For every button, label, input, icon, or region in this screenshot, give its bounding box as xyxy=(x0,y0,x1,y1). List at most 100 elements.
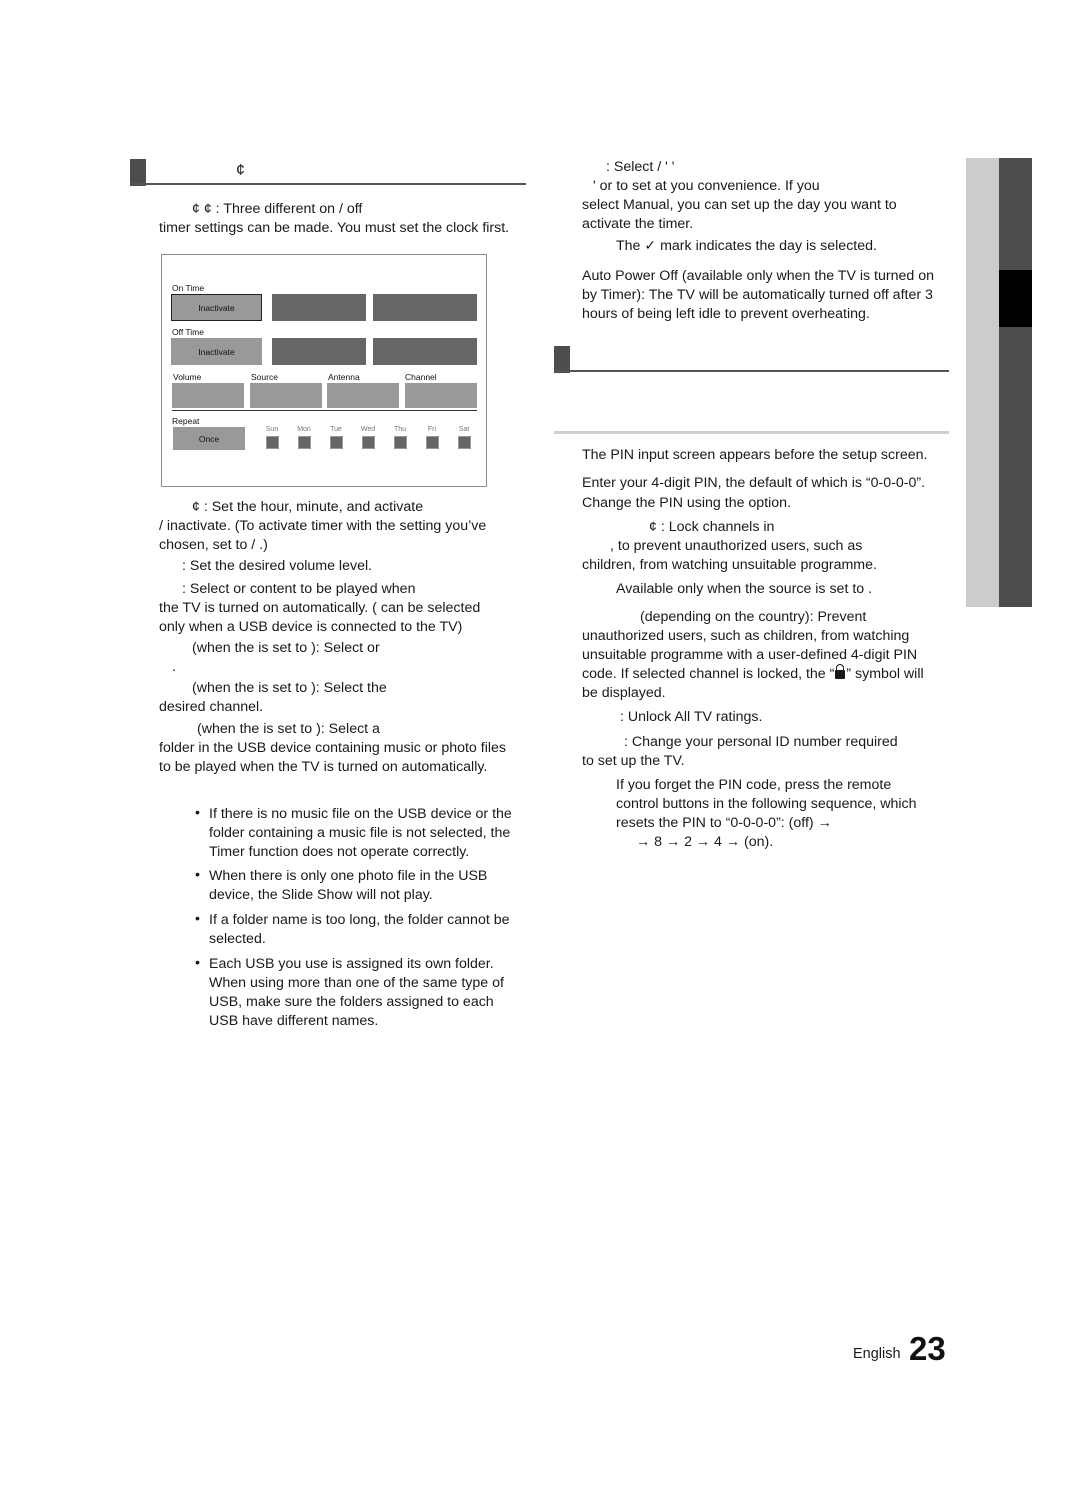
day-checkbox-fri xyxy=(426,436,439,449)
source-field xyxy=(250,383,322,408)
pin-desc-1: Enter your 4-digit PIN, the default of w… xyxy=(582,475,926,491)
music-desc-2: folder in the USB device containing musi… xyxy=(159,740,506,756)
rating-desc-5: be displayed. xyxy=(582,685,666,701)
note-1-line-2: folder containing a music file is not se… xyxy=(209,825,511,841)
available-note: Available only when the source is set to… xyxy=(616,581,873,597)
bullet-icon: • xyxy=(195,955,200,971)
change-pin-1: : Change your personal ID number require… xyxy=(624,734,898,750)
subsection-rule xyxy=(554,431,949,434)
channel-field xyxy=(405,383,477,408)
repeat-label: Repeat xyxy=(172,416,200,426)
intro-line-1: ¢ ¢ : Three different on / off xyxy=(192,201,363,217)
lock-desc-1: ¢ : Lock channels in xyxy=(649,519,775,535)
source-desc-1: : Select or content to be played when xyxy=(182,581,416,597)
antenna-field xyxy=(327,383,399,408)
on-time-minute xyxy=(373,294,477,321)
auto-power-off-1: Auto Power Off (available only when the … xyxy=(582,268,934,284)
source-desc-2: the TV is turned on automatically. ( can… xyxy=(159,600,481,616)
rating-code-post: ” symbol will xyxy=(846,666,924,682)
rating-desc-2: unauthorized users, such as children, fr… xyxy=(582,628,910,644)
forget-pin-1: If you forget the PIN code, press the re… xyxy=(616,777,892,793)
checkmark-icon: ✓ xyxy=(644,238,657,254)
section-marker xyxy=(554,346,570,373)
day-label-wed: Wed xyxy=(360,426,376,433)
rating-desc-4: code. If selected channel is locked, the… xyxy=(582,664,924,684)
lock-desc-3: children, from watching unsuitable progr… xyxy=(582,557,877,573)
antenna-desc-2: . xyxy=(172,659,176,675)
note-4-line-3: USB, make sure the folders assigned to e… xyxy=(209,994,494,1010)
note-1-line-3: Timer function does not operate correctl… xyxy=(209,844,470,860)
note-3-line-2: selected. xyxy=(209,931,266,947)
section-rule xyxy=(130,183,526,185)
day-label-thu: Thu xyxy=(393,426,407,433)
note-3-line-1: If a folder name is too long, the folder… xyxy=(209,912,510,928)
repeat-desc-3: select Manual, you can set up the day yo… xyxy=(582,197,897,213)
channel-desc-2: desired channel. xyxy=(159,699,264,715)
intro-line-2: timer settings can be made. You must set… xyxy=(159,220,510,236)
off-time-hour xyxy=(272,338,366,365)
auto-power-off-2: by Timer): The TV will be automatically … xyxy=(582,287,933,303)
day-label-tue: Tue xyxy=(330,426,342,433)
repeat-desc-2: ' or to set at you convenience. If you xyxy=(593,178,820,194)
music-desc-1: (when the is set to ): Select a xyxy=(197,721,380,737)
rating-desc-1: (depending on the country): Prevent xyxy=(640,609,867,625)
pin-note: The PIN input screen appears before the … xyxy=(582,447,928,463)
forget-pin-4: → 8 → 2 → 4 → (on). xyxy=(636,834,774,850)
day-checkbox-wed xyxy=(362,436,375,449)
repeat-value: Once xyxy=(198,433,220,444)
chapter-tab-active xyxy=(999,270,1032,327)
off-time-minute xyxy=(373,338,477,365)
lock-icon xyxy=(835,664,846,679)
repeat-desc-1: : Select / ' ' xyxy=(606,159,675,175)
day-label-mon: Mon xyxy=(297,426,311,433)
off-time-field: Inactivate xyxy=(171,338,262,365)
note-4-line-1: Each USB you use is assigned its own fol… xyxy=(209,956,494,972)
section-marker xyxy=(130,159,146,186)
source-label: Source xyxy=(251,372,278,382)
bullet-icon: • xyxy=(195,867,200,883)
osd-divider xyxy=(172,410,477,411)
rating-desc-3: unsuitable programme with a user-defined… xyxy=(582,647,918,663)
check-note: The ✓ mark indicates the day is selected… xyxy=(616,237,877,256)
day-checkbox-mon xyxy=(298,436,311,449)
note-1-line-1: If there is no music file on the USB dev… xyxy=(209,806,512,822)
day-checkbox-tue xyxy=(330,436,343,449)
day-checkbox-thu xyxy=(394,436,407,449)
section-rule xyxy=(554,370,949,372)
on-time-desc-2: / inactivate. (To activate timer with th… xyxy=(159,518,487,534)
repeat-desc-4: activate the timer. xyxy=(582,216,694,232)
repeat-field: Once xyxy=(173,427,245,450)
timer-screen-illustration: On Time Inactivate Off Time Inactivate V… xyxy=(161,254,487,487)
off-time-label: Off Time xyxy=(172,327,204,337)
volume-field xyxy=(172,383,244,408)
on-time-label: On Time xyxy=(172,283,205,293)
note-4-line-4: USB have different names. xyxy=(209,1013,379,1029)
note-4-line-2: When using more than one of the same typ… xyxy=(209,975,504,991)
day-checkbox-sat xyxy=(458,436,471,449)
bullet-icon: • xyxy=(195,911,200,927)
volume-label: Volume xyxy=(173,372,202,382)
on-time-desc-3: chosen, set to / .) xyxy=(159,537,268,553)
lock-desc-2: , to prevent unauthorized users, such as xyxy=(610,538,863,554)
page-number: 23 xyxy=(909,1330,946,1367)
on-time-field: Inactivate xyxy=(171,294,262,321)
chapter-tab-dark xyxy=(999,158,1032,607)
check-note-pre: The xyxy=(616,238,641,254)
channel-desc-1: (when the is set to ): Select the xyxy=(192,680,387,696)
volume-desc: : Set the desired volume level. xyxy=(182,558,373,574)
section-heading: ¢ xyxy=(236,162,245,179)
on-time-value: Inactivate xyxy=(198,302,235,313)
auto-power-off-3: hours of being left idle to prevent over… xyxy=(582,306,870,322)
channel-label: Channel xyxy=(405,372,437,382)
change-pin-2: to set up the TV. xyxy=(582,753,685,769)
footer-language: English xyxy=(853,1346,901,1362)
day-checkbox-sun xyxy=(266,436,279,449)
antenna-desc-1: (when the is set to ): Select or xyxy=(192,640,380,656)
rating-code-pre: code. If selected channel is locked, the… xyxy=(582,666,835,682)
pin-desc-2: Change the PIN using the option. xyxy=(582,495,792,511)
note-2-line-2: device, the Slide Show will not play. xyxy=(209,887,433,903)
check-note-post: mark indicates the day is selected. xyxy=(660,238,877,254)
on-time-hour xyxy=(272,294,366,321)
unlock-desc: : Unlock All TV ratings. xyxy=(620,709,763,725)
day-label-fri: Fri xyxy=(427,426,437,433)
